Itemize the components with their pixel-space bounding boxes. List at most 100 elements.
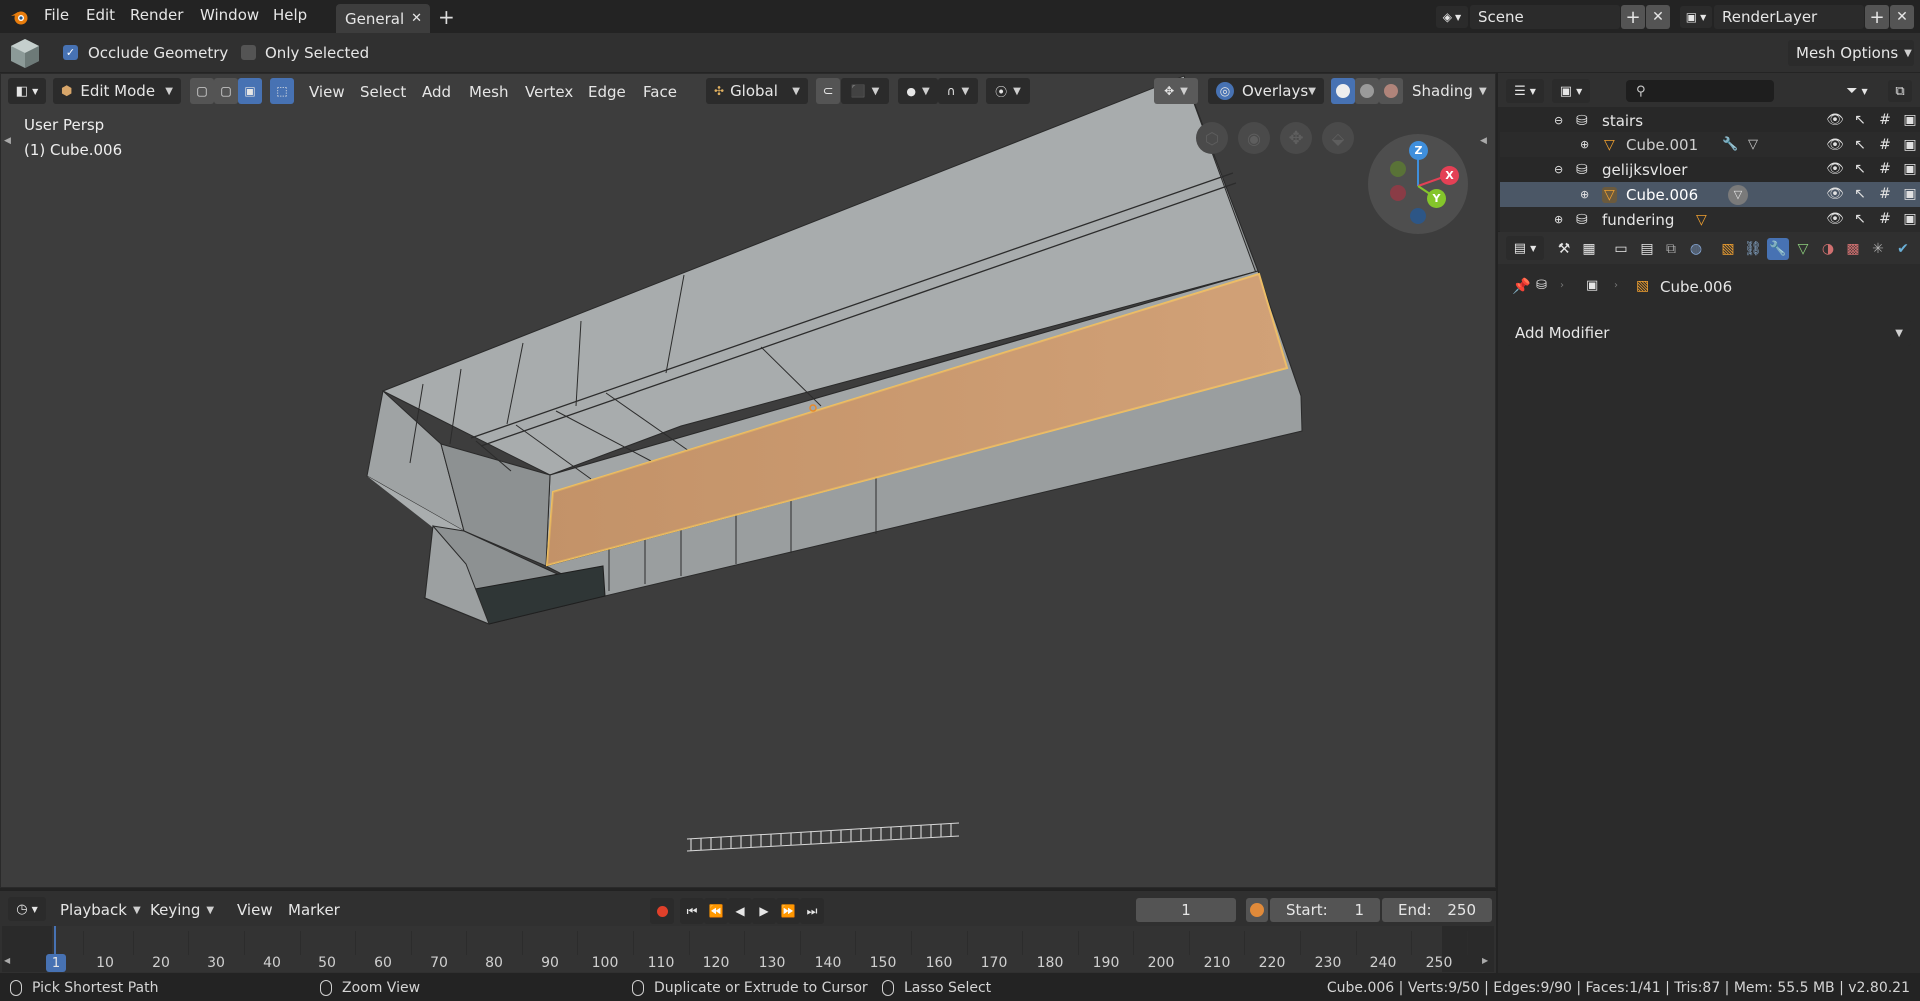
particles-tab-icon[interactable]: ✳ [1867,238,1889,260]
menu-help[interactable]: Help [273,6,307,24]
physics-tab-icon[interactable]: ✔ [1892,238,1914,260]
scene-name-field[interactable]: Scene [1470,5,1620,29]
close-tab-icon[interactable]: ✕ [411,11,422,26]
menu-edit[interactable]: Edit [86,6,115,24]
shading-dropdown[interactable]: Shading ▼ [1404,78,1492,104]
next-keyframe-button[interactable]: ⏩ [776,898,800,924]
jump-start-button[interactable]: ⏮ [680,898,704,924]
viewport-menu-view[interactable]: View [309,80,345,104]
viewport-editor-type[interactable]: ◧ ▼ [8,78,46,104]
eye-icon[interactable]: 👁 [1826,111,1844,129]
playhead[interactable] [54,926,56,956]
data-tab-icon[interactable]: ▽ [1792,238,1814,260]
viewport-hide-icon[interactable]: # [1876,111,1894,129]
view-layer-tab-icon[interactable]: ▤ [1636,238,1658,260]
select-arrow-icon[interactable]: ↖ [1851,185,1869,203]
viewport-3d[interactable] [0,73,1496,888]
overlays-dropdown[interactable]: ◎ Overlays ▼ [1208,78,1324,104]
edge-select-button[interactable]: ▢ [214,78,238,104]
preview-range-toggle[interactable] [1246,898,1268,922]
blender-logo-icon[interactable] [10,7,30,27]
mesh-edit-data-icon[interactable]: ▽ [1728,184,1748,205]
timeline-menu-view[interactable]: View [237,898,273,922]
expand-icon[interactable]: ⊕ [1554,213,1563,226]
orientation-dropdown[interactable]: ✣ Global ▼ [706,78,808,104]
jump-end-button[interactable]: ⏭ [800,898,824,924]
play-button[interactable]: ▶ [752,898,776,924]
scroll-left-icon[interactable]: ◀ [4,956,10,965]
select-arrow-icon[interactable]: ↖ [1851,210,1869,228]
viewport-menu-face[interactable]: Face [643,80,677,104]
new-scene-button[interactable]: + [1621,5,1645,29]
viewport-menu-vertex[interactable]: Vertex [525,80,573,104]
current-frame-field[interactable]: 1 [1136,898,1236,922]
pin-icon[interactable]: 📌 [1512,277,1531,295]
menu-file[interactable]: File [44,6,69,24]
timeline-menu-playback[interactable]: Playback ▼ [60,898,141,922]
select-arrow-icon[interactable]: ↖ [1851,160,1869,178]
gizmo-x-axis[interactable]: X [1440,166,1459,185]
play-reverse-button[interactable]: ◀ [728,898,752,924]
viewport-menu-select[interactable]: Select [360,80,406,104]
render-tab-icon[interactable]: ▦ [1578,238,1600,260]
collapse-icon[interactable]: ⊖ [1554,163,1563,176]
expand-icon[interactable]: ⊕ [1580,138,1589,151]
record-button[interactable] [650,898,674,924]
scroll-right-icon[interactable]: ▶ [1482,956,1488,965]
gizmo-toggle-dropdown[interactable]: ✥ ▼ [1154,78,1198,104]
scene-selector-icon[interactable]: ◈ ▼ [1436,6,1468,28]
expand-icon[interactable]: ⊕ [1580,188,1589,201]
gizmo-y-axis[interactable]: Y [1427,189,1446,208]
render-camera-icon[interactable]: ▣ [1901,210,1919,228]
toolbar-expand-icon[interactable]: ◀ [4,136,11,146]
viewport-menu-mesh[interactable]: Mesh [469,80,509,104]
mesh-data-icon[interactable]: ▽ [1748,137,1758,152]
xray-toggle-button[interactable]: ⬚ [270,78,294,104]
new-collection-icon[interactable]: ⧉ [1888,80,1912,102]
delete-scene-button[interactable]: ✕ [1646,5,1670,29]
only-selected-checkbox[interactable] [241,45,256,60]
constraints-tab-icon[interactable]: ⛓ [1742,238,1764,260]
outliner-display-mode[interactable]: ▣ ▼ [1552,79,1590,103]
viewport-hide-icon[interactable]: # [1876,160,1894,178]
modifiers-tab-icon[interactable]: 🔧 [1767,238,1789,260]
mesh-geometry[interactable] [1,74,1496,888]
collapse-icon[interactable]: ⊖ [1554,114,1563,127]
modifier-wrench-icon[interactable]: 🔧 [1722,137,1738,152]
new-renderlayer-button[interactable]: + [1865,5,1889,29]
mode-dropdown[interactable]: ⬢ Edit Mode ▼ [53,78,181,104]
zoom-view-icon[interactable]: ⬙ [1322,122,1354,154]
axis-navigation-gizmo[interactable]: Z X Y [1368,134,1468,234]
workspace-tab-general[interactable]: General ✕ [336,4,430,33]
render-camera-icon[interactable]: ▣ [1901,185,1919,203]
properties-editor-type[interactable]: ▤ ▼ [1506,236,1544,260]
delete-renderlayer-button[interactable]: ✕ [1890,5,1914,29]
camera-view-icon[interactable]: ◉ [1238,122,1270,154]
renderlayer-selector-icon[interactable]: ▣ ▼ [1680,6,1712,28]
render-camera-icon[interactable]: ▣ [1901,136,1919,154]
viewport-menu-add[interactable]: Add [422,80,451,104]
face-select-button[interactable]: ▣ [238,78,262,104]
snap-toggle-button[interactable]: ⊂ [816,78,840,104]
select-arrow-icon[interactable]: ↖ [1851,111,1869,129]
add-modifier-dropdown[interactable]: Add Modifier ▼ [1507,320,1911,346]
menu-window[interactable]: Window [200,6,259,24]
renderlayer-name-field[interactable]: RenderLayer [1714,5,1864,29]
mesh-options-dropdown[interactable]: Mesh Options ▼ [1788,40,1914,66]
material-tab-icon[interactable]: ◑ [1817,238,1839,260]
output-tab-icon[interactable]: ▭ [1610,238,1632,260]
render-camera-icon[interactable]: ▣ [1901,160,1919,178]
occlude-geometry-checkbox[interactable]: ✓ [63,45,78,60]
menu-render[interactable]: Render [130,6,183,24]
outliner-editor-type[interactable]: ☰ ▼ [1506,79,1544,103]
shading-solid-button[interactable] [1331,78,1355,104]
viewport-hide-icon[interactable]: # [1876,185,1894,203]
move-view-icon[interactable]: ✥ [1280,122,1312,154]
shading-material-button[interactable] [1355,78,1379,104]
snap-target-dropdown[interactable]: ⬛ ▼ [841,78,889,104]
end-frame-field[interactable]: End: 250 [1382,898,1492,922]
toggle-camera-view-icon[interactable]: ⬡ [1196,122,1228,154]
render-camera-icon[interactable]: ▣ [1901,111,1919,129]
viewport-menu-edge[interactable]: Edge [588,80,626,104]
eye-icon[interactable]: 👁 [1826,160,1844,178]
